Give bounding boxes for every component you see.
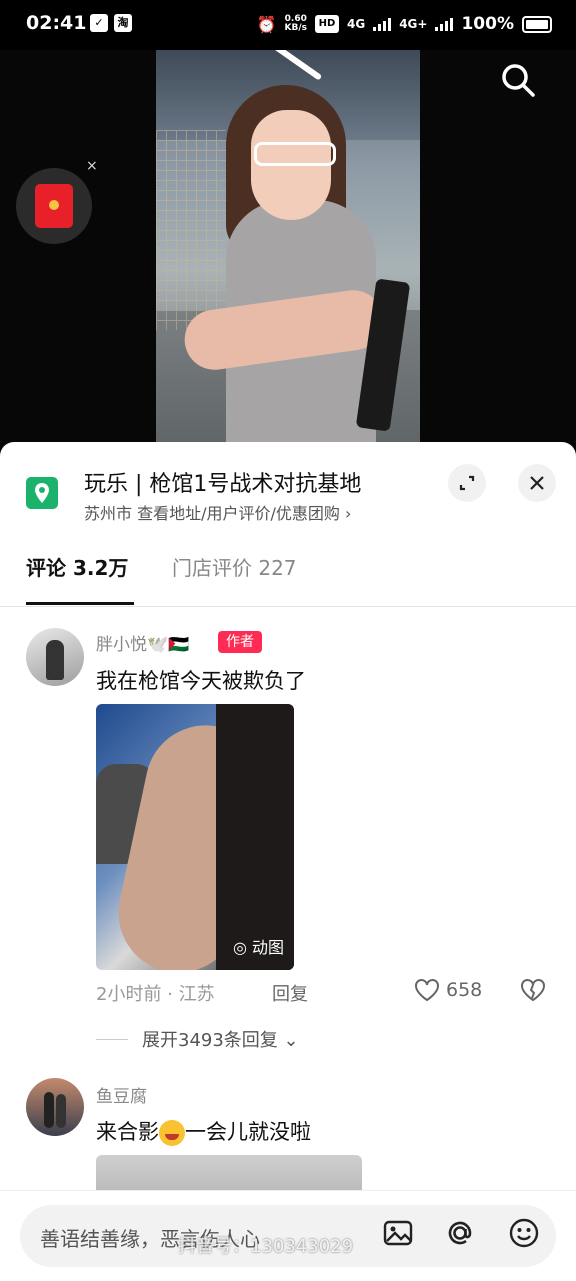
comments-sheet: 玩乐 | 枪馆1号战术对抗基地 苏州市 查看地址/用户评价/优惠团购 › 评论 … bbox=[0, 442, 576, 1280]
location-pin-icon bbox=[26, 477, 58, 509]
author-badge: 作者 bbox=[218, 631, 262, 653]
avatar[interactable] bbox=[26, 628, 84, 686]
net-speed-unit: KB/s bbox=[284, 23, 307, 33]
target-grid bbox=[156, 130, 226, 330]
comment-text[interactable]: 来合影 一会儿就没啦 bbox=[96, 1116, 311, 1146]
reply-button[interactable]: 回复 bbox=[272, 980, 308, 1006]
poi-title[interactable]: 玩乐 | 枪馆1号战术对抗基地 bbox=[84, 466, 361, 498]
expand-icon bbox=[459, 475, 475, 491]
red-packet-close-icon[interactable]: × bbox=[86, 158, 98, 174]
net2-label: 4G+ bbox=[399, 17, 428, 31]
dislike-icon[interactable] bbox=[520, 978, 546, 1002]
heart-icon bbox=[415, 979, 439, 1002]
comment-username[interactable]: 胖小悦🕊️🇵🇸 bbox=[96, 630, 189, 655]
alarm-icon: ⏰ bbox=[256, 14, 277, 34]
close-icon bbox=[530, 476, 544, 490]
taobao-icon: 淘 bbox=[114, 14, 132, 32]
avatar[interactable] bbox=[26, 1078, 84, 1136]
tab-store-reviews[interactable]: 门店评价 227 bbox=[172, 552, 297, 581]
clipboard-icon: ✓ bbox=[90, 14, 108, 32]
gif-badge: ◎ 动图 bbox=[232, 938, 284, 957]
avatar-figure bbox=[56, 1094, 66, 1128]
red-packet-button[interactable] bbox=[16, 168, 92, 244]
tab-divider bbox=[0, 606, 576, 607]
douyin-watermark: 抖音号：130343029 bbox=[178, 1236, 354, 1257]
tab-underline bbox=[26, 602, 134, 605]
status-time: 02:41 bbox=[26, 12, 87, 34]
emoji-icon[interactable] bbox=[508, 1217, 540, 1249]
signal-icon bbox=[373, 17, 392, 31]
avatar-figure bbox=[44, 1092, 54, 1128]
comment-username[interactable]: 鱼豆腐 bbox=[96, 1082, 147, 1107]
expand-replies-button[interactable]: 展开3493条回复 ⌄ bbox=[142, 1026, 299, 1052]
image-picker-icon[interactable] bbox=[382, 1217, 414, 1249]
battery-icon bbox=[522, 15, 552, 33]
comment-text[interactable]: 我在枪馆今天被欺负了 bbox=[96, 665, 306, 695]
like-button[interactable]: 658 bbox=[414, 978, 482, 1002]
status-right: ⏰ 0.60 KB/s HD 4G 4G+ 100% bbox=[257, 14, 552, 34]
comment-meta: 2小时前 · 江苏 bbox=[96, 984, 215, 1005]
safety-glasses bbox=[254, 142, 336, 166]
status-left-icons: ✓ 淘 bbox=[90, 14, 132, 32]
red-packet-icon bbox=[35, 184, 73, 228]
net1-label: 4G bbox=[347, 17, 366, 31]
comment-text-before: 来合影 bbox=[96, 1120, 159, 1144]
video-player[interactable]: × bbox=[0, 50, 576, 450]
comment-text-after: 一会儿就没啦 bbox=[185, 1120, 311, 1144]
tab-comments[interactable]: 评论 3.2万 bbox=[26, 552, 128, 581]
avatar-figure bbox=[46, 640, 64, 680]
comment-image[interactable]: ◎ 动图 bbox=[96, 704, 294, 970]
image-hair bbox=[216, 704, 294, 970]
poi-subtitle[interactable]: 苏州市 查看地址/用户评价/优惠团购 › bbox=[84, 500, 351, 524]
search-icon[interactable] bbox=[500, 62, 536, 98]
status-bar: 02:41 ✓ 淘 ⏰ 0.60 KB/s HD 4G 4G+ 100% bbox=[0, 0, 576, 50]
signal-icon-2 bbox=[435, 17, 454, 31]
net-speed: 0.60 KB/s bbox=[285, 15, 307, 33]
mention-icon[interactable] bbox=[444, 1217, 476, 1249]
hd-icon: HD bbox=[315, 15, 339, 33]
laughing-emoji-icon bbox=[159, 1120, 185, 1146]
expand-button[interactable] bbox=[448, 464, 486, 502]
like-count: 658 bbox=[446, 979, 483, 1001]
close-button[interactable] bbox=[518, 464, 556, 502]
expand-divider bbox=[96, 1039, 128, 1040]
video-frame[interactable] bbox=[156, 50, 420, 450]
battery-percent: 100% bbox=[461, 14, 514, 34]
